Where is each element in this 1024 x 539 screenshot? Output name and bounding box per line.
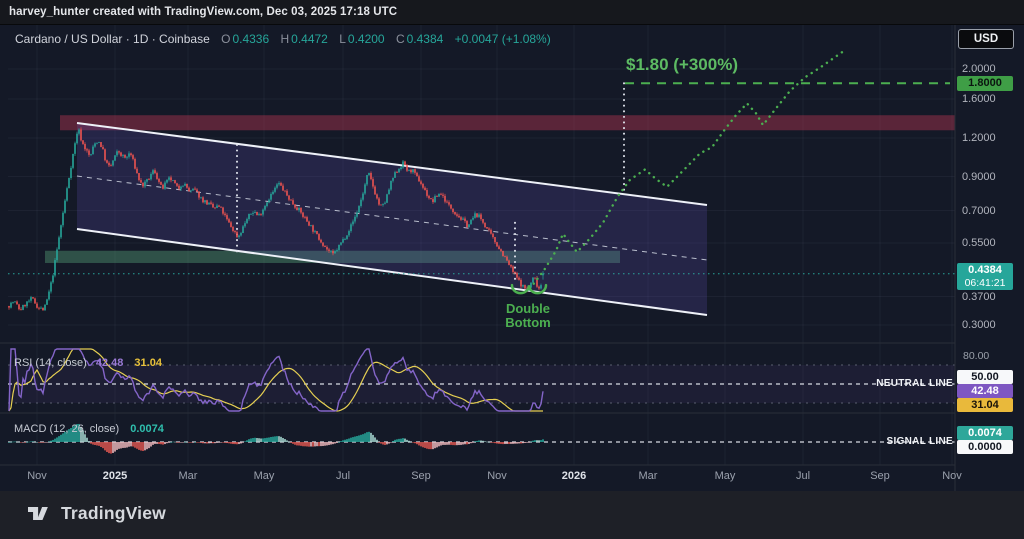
macd-value-badge: 0.0074: [957, 426, 1013, 440]
time-axis-label: Sep: [870, 470, 890, 482]
symbol-legend: Cardano / US Dollar · 1D · Coinbase O0.4…: [15, 32, 553, 46]
rsi-pane-legend: RSI (14, close) 42.48 31.04: [14, 357, 162, 369]
attribution-text: harvey_hunter created with TradingView.c…: [9, 6, 397, 18]
rsi-axis-label: 80.00: [963, 350, 989, 362]
time-axis-label: Nov: [942, 470, 962, 482]
macd-value: 0.0074: [130, 423, 164, 435]
time-axis-label: Jul: [336, 470, 350, 482]
change-value: +0.0047 (+1.08%): [455, 32, 551, 46]
current-price-badge: 0.4384 06:41:21: [957, 263, 1013, 290]
price-axis-label: 0.7000: [962, 205, 996, 217]
signal-line-label: SIGNAL LINE: [887, 436, 953, 447]
rsi-value: 42.48: [96, 357, 124, 369]
high-label: H: [280, 32, 289, 46]
time-axis-label: Sep: [411, 470, 431, 482]
bar-countdown: 06:41:21: [957, 277, 1013, 290]
price-axis-label: 0.5500: [962, 237, 996, 249]
time-axis-label: May: [254, 470, 275, 482]
price-chart-canvas[interactable]: [0, 25, 1024, 491]
time-axis-label: Nov: [27, 470, 47, 482]
macd-zero-badge: 0.0000: [957, 440, 1013, 454]
neutral-line-label: NEUTRAL LINE: [876, 378, 953, 389]
time-axis-label: 2025: [103, 470, 127, 482]
price-axis-label: 1.6000: [962, 93, 996, 105]
footer-bar: TradingView: [0, 491, 1024, 539]
low-value: 0.4200: [348, 32, 385, 46]
time-axis-label: Mar: [639, 470, 658, 482]
tradingview-logo-icon: [28, 504, 54, 523]
rsi-ma-badge: 31.04: [957, 398, 1013, 412]
attribution-bar: harvey_hunter created with TradingView.c…: [0, 0, 1024, 25]
time-axis-label: May: [715, 470, 736, 482]
tradingview-logo-link[interactable]: TradingView: [28, 503, 166, 524]
time-axis-label: Nov: [487, 470, 507, 482]
currency-toggle-button[interactable]: USD: [958, 29, 1014, 49]
symbol-title: Cardano / US Dollar · 1D · Coinbase: [15, 32, 210, 46]
tradingview-wordmark: TradingView: [61, 503, 166, 524]
low-label: L: [339, 32, 346, 46]
macd-title: MACD (12, 26, close): [14, 423, 119, 435]
price-axis-label: 1.2000: [962, 132, 996, 144]
close-value: 0.4384: [407, 32, 444, 46]
rsi-value-badge: 42.48: [957, 384, 1013, 398]
price-axis-label: 0.3700: [962, 291, 996, 303]
tradingview-snapshot: harvey_hunter created with TradingView.c…: [0, 0, 1024, 539]
open-value: 0.4336: [232, 32, 269, 46]
rsi-title: RSI (14, close): [14, 357, 87, 369]
chart-area[interactable]: Cardano / US Dollar · 1D · Coinbase O0.4…: [0, 25, 1024, 491]
macd-pane-legend: MACD (12, 26, close) 0.0074: [14, 423, 164, 435]
time-axis-label: Jul: [796, 470, 810, 482]
high-value: 0.4472: [291, 32, 328, 46]
open-label: O: [221, 32, 230, 46]
current-price-value: 0.4384: [957, 264, 1013, 277]
time-axis-label: 2026: [562, 470, 586, 482]
price-axis-label: 0.3000: [962, 319, 996, 331]
rsi-neutral-badge: 50.00: [957, 370, 1013, 384]
target-annotation: $1.80 (+300%): [626, 55, 738, 75]
rsi-ma-value: 31.04: [134, 357, 162, 369]
price-axis-label: 2.0000: [962, 63, 996, 75]
time-axis-label: Mar: [179, 470, 198, 482]
double-bottom-label: Double Bottom: [500, 302, 556, 330]
close-label: C: [396, 32, 405, 46]
target-price-badge: 1.8000: [957, 76, 1013, 91]
price-axis-label: 0.9000: [962, 171, 996, 183]
